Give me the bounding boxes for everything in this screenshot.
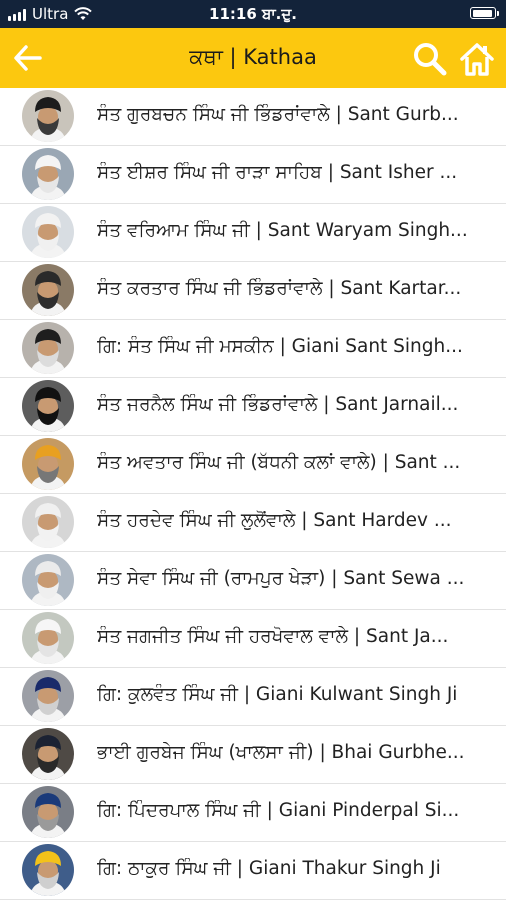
search-icon[interactable] [412, 41, 448, 77]
battery-icon [470, 7, 499, 19]
list-item[interactable]: ਸੰਤ ਜਗਜੀਤ ਸਿੰਘ ਜੀ ਹਰਖੋਵਾਲ ਵਾਲੇ | Sant Ja… [0, 610, 506, 668]
app-header: ਕਥਾ | Kathaa [0, 28, 506, 88]
list-item-label: ਸੰਤ ਗੁਰਬਚਨ ਸਿੰਘ ਜੀ ਭਿੰਡਰਾਂਵਾਲੇ | Sant Gu… [97, 104, 459, 125]
list-item[interactable]: ਸੰਤ ਗੁਰਬਚਨ ਸਿੰਘ ਜੀ ਭਿੰਡਰਾਂਵਾਲੇ | Sant Gu… [0, 88, 506, 146]
avatar [22, 438, 74, 490]
list-item[interactable]: ਭਾਈ ਗੁਰਬੇਜ ਸਿੰਘ (ਖਾਲਸਾ ਜੀ) | Bhai Gurbhe… [0, 726, 506, 784]
list-item-label: ਸੰਤ ਵਰਿਆਮ ਸਿੰਘ ਜੀ | Sant Waryam Singh... [97, 220, 468, 241]
list-item-label: ਸੰਤ ਈਸ਼ਰ ਸਿੰਘ ਜੀ ਰਾੜਾ ਸਾਹਿਬ | Sant Isher… [97, 162, 458, 183]
list-item-label: ਸੰਤ ਸੇਵਾ ਸਿੰਘ ਜੀ (ਰਾਮਪੁਰ ਖੇੜਾ) | Sant Se… [97, 568, 465, 589]
list-item-label: ਗਿ: ਠਾਕੁਰ ਸਿੰਘ ਜੀ | Giani Thakur Singh J… [97, 858, 441, 879]
avatar [22, 264, 74, 316]
avatar [22, 496, 74, 548]
status-time: 11:16 ਬਾ.ਦੁ. [209, 5, 297, 23]
list-item[interactable]: ਗਿ: ਸੰਤ ਸਿੰਘ ਜੀ ਮਸਕੀਨ | Giani Sant Singh… [0, 320, 506, 378]
list-item-label: ਗਿ: ਕੁਲਵੰਤ ਸਿੰਘ ਜੀ | Giani Kulwant Singh… [97, 684, 458, 705]
list-item[interactable]: ਸੰਤ ਈਸ਼ਰ ਸਿੰਘ ਜੀ ਰਾੜਾ ਸਾਹਿਬ | Sant Isher… [0, 146, 506, 204]
list-item[interactable]: ਸੰਤ ਵਰਿਆਮ ਸਿੰਘ ਜੀ | Sant Waryam Singh... [0, 204, 506, 262]
katha-list: ਸੰਤ ਗੁਰਬਚਨ ਸਿੰਘ ਜੀ ਭਿੰਡਰਾਂਵਾਲੇ | Sant Gu… [0, 88, 506, 900]
avatar [22, 554, 74, 606]
list-item-label: ਸੰਤ ਅਵਤਾਰ ਸਿੰਘ ਜੀ (ਬੱਧਨੀ ਕਲਾਂ ਵਾਲੇ) | Sa… [97, 452, 461, 473]
avatar [22, 612, 74, 664]
list-item[interactable]: ਗਿ: ਕੁਲਵੰਤ ਸਿੰਘ ਜੀ | Giani Kulwant Singh… [0, 668, 506, 726]
list-item-label: ਭਾਈ ਗੁਰਬੇਜ ਸਿੰਘ (ਖਾਲਸਾ ਜੀ) | Bhai Gurbhe… [97, 742, 465, 763]
list-item[interactable]: ਸੰਤ ਜਰਨੈਲ ਸਿੰਘ ਜੀ ਭਿੰਡਰਾਂਵਾਲੇ | Sant Jar… [0, 378, 506, 436]
avatar [22, 728, 74, 780]
avatar [22, 148, 74, 200]
list-item[interactable]: ਗਿ: ਪਿੰਦਰਪਾਲ ਸਿੰਘ ਜੀ | Giani Pinderpal S… [0, 784, 506, 842]
list-item-label: ਸੰਤ ਜਗਜੀਤ ਸਿੰਘ ਜੀ ਹਰਖੋਵਾਲ ਵਾਲੇ | Sant Ja… [97, 626, 449, 647]
list-item[interactable]: ਗਿ: ਠਾਕੁਰ ਸਿੰਘ ਜੀ | Giani Thakur Singh J… [0, 842, 506, 900]
list-item[interactable]: ਸੰਤ ਹਰਦੇਵ ਸਿੰਘ ਜੀ ਲੁਲੋਂਵਾਲੇ | Sant Harde… [0, 494, 506, 552]
list-item[interactable]: ਸੰਤ ਕਰਤਾਰ ਸਿੰਘ ਜੀ ਭਿੰਡਰਾਂਵਾਲੇ | Sant Kar… [0, 262, 506, 320]
avatar [22, 670, 74, 722]
avatar [22, 90, 74, 142]
list-item-label: ਗਿ: ਸੰਤ ਸਿੰਘ ਜੀ ਮਸਕੀਨ | Giani Sant Singh… [97, 336, 463, 357]
avatar [22, 322, 74, 374]
list-item-label: ਸੰਤ ਹਰਦੇਵ ਸਿੰਘ ਜੀ ਲੁਲੋਂਵਾਲੇ | Sant Harde… [97, 510, 452, 531]
list-item-label: ਸੰਤ ਜਰਨੈਲ ਸਿੰਘ ਜੀ ਭਿੰਡਰਾਂਵਾਲੇ | Sant Jar… [97, 394, 459, 415]
avatar [22, 844, 74, 896]
list-item-label: ਸੰਤ ਕਰਤਾਰ ਸਿੰਘ ਜੀ ਭਿੰਡਰਾਂਵਾਲੇ | Sant Kar… [97, 278, 462, 299]
avatar [22, 206, 74, 258]
avatar [22, 786, 74, 838]
home-icon[interactable] [458, 40, 496, 78]
list-item-label: ਗਿ: ਪਿੰਦਰਪਾਲ ਸਿੰਘ ਜੀ | Giani Pinderpal S… [97, 800, 460, 821]
avatar [22, 380, 74, 432]
status-bar: Ultra 11:16 ਬਾ.ਦੁ. [0, 0, 506, 28]
list-item[interactable]: ਸੰਤ ਸੇਵਾ ਸਿੰਘ ਜੀ (ਰਾਮਪੁਰ ਖੇੜਾ) | Sant Se… [0, 552, 506, 610]
list-item[interactable]: ਸੰਤ ਅਵਤਾਰ ਸਿੰਘ ਜੀ (ਬੱਧਨੀ ਕਲਾਂ ਵਾਲੇ) | Sa… [0, 436, 506, 494]
